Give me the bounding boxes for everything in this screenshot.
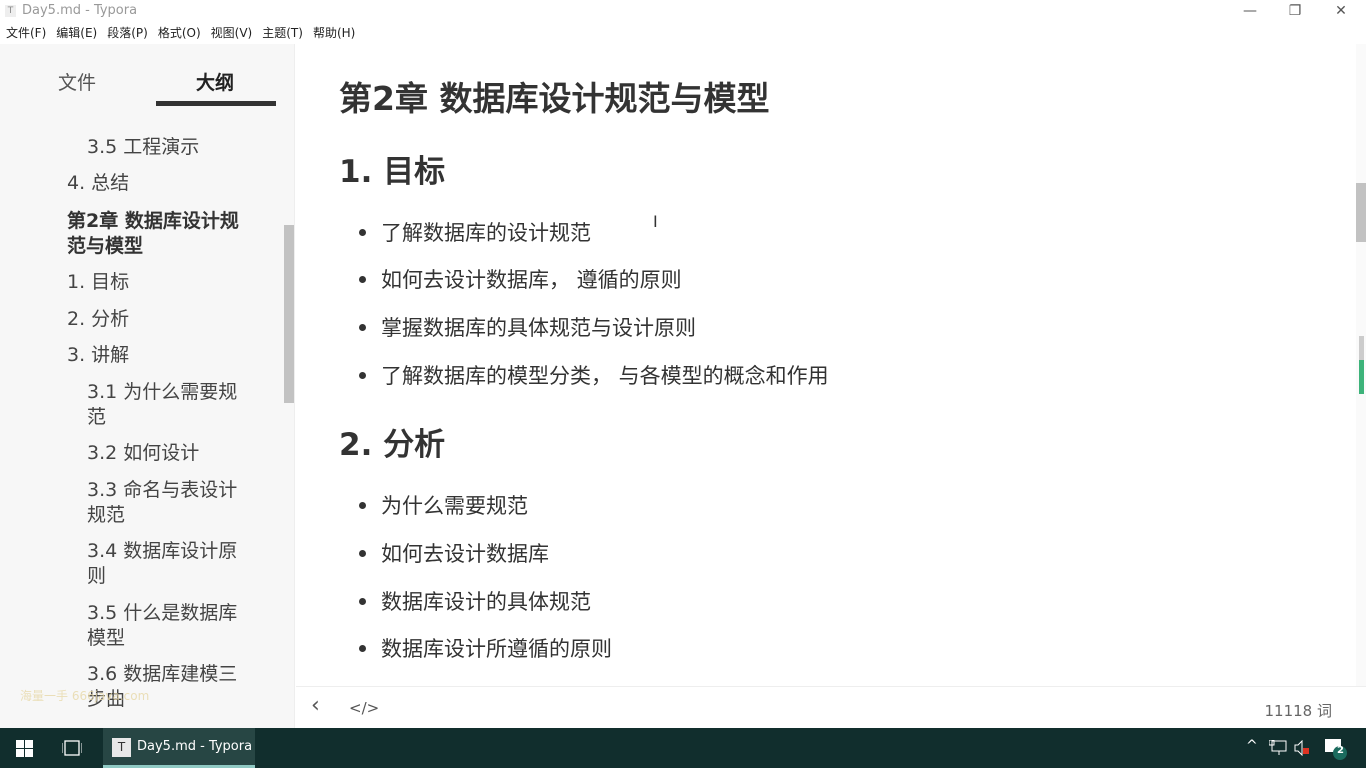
outline-item[interactable]: 3. 讲解: [67, 343, 257, 368]
scrollbar-thumb[interactable]: [1356, 183, 1366, 242]
source-code-mode-button[interactable]: </>: [349, 699, 379, 717]
outline-item[interactable]: 2. 分析: [67, 307, 257, 332]
bullet-item: 如何去设计数据库， 遵循的原则: [359, 264, 682, 294]
bullet-item: 了解数据库的设计规范: [359, 217, 591, 247]
chevron-up-icon[interactable]: ^: [1246, 738, 1258, 754]
menu-file[interactable]: 文件(F): [6, 22, 46, 44]
outline-item[interactable]: 3.5 工程演示: [87, 135, 277, 160]
bullet-item: 掌握数据库的具体规范与设计原则: [359, 312, 696, 342]
bullet-item: 数据库设计的具体规范: [359, 586, 591, 616]
scroll-position-marker: [1359, 360, 1364, 394]
menu-paragraph[interactable]: 段落(P): [107, 22, 148, 44]
sidebar-scrollbar[interactable]: [284, 225, 294, 403]
menu-help[interactable]: 帮助(H): [313, 22, 355, 44]
toggle-sidebar-button[interactable]: ‹: [311, 693, 320, 718]
outline-item[interactable]: 3.2 如何设计: [87, 441, 277, 466]
tab-outline[interactable]: 大纲: [196, 68, 234, 95]
outline-item[interactable]: 4. 总结: [67, 171, 257, 196]
watermark: 海量一手 666java.com: [20, 689, 150, 703]
tab-files[interactable]: 文件: [58, 68, 96, 95]
taskbar: T Day5.md - Typora ^ 2: [0, 728, 1366, 768]
editor-scrollbar[interactable]: [1356, 44, 1366, 686]
notification-icon[interactable]: 2: [1325, 738, 1349, 764]
sidebar: 文件 大纲 3.5 工程演示 4. 总结 第2章 数据库设计规范与模型 1. 目…: [0, 44, 295, 728]
task-view-icon[interactable]: [61, 740, 83, 760]
taskbar-typora-app[interactable]: T Day5.md - Typora: [103, 728, 255, 768]
menu-view[interactable]: 视图(V): [211, 22, 253, 44]
outline-item[interactable]: 3.5 什么是数据库模型: [87, 601, 247, 651]
status-bar: ‹ </> 11118 词: [296, 686, 1366, 728]
outline-item[interactable]: 3.1 为什么需要规范: [87, 380, 247, 430]
typora-app-icon: T: [5, 5, 16, 17]
menu-theme[interactable]: 主题(T): [262, 22, 303, 44]
bullet-item: 如何去设计数据库: [359, 538, 549, 568]
minimize-button[interactable]: —: [1227, 0, 1273, 22]
typora-icon: T: [112, 738, 131, 757]
title-bar: T Day5.md - Typora — ❐ ✕: [0, 0, 1366, 22]
volume-muted-icon[interactable]: [1294, 739, 1310, 760]
restore-button[interactable]: ❐: [1272, 0, 1318, 22]
windows-start-icon[interactable]: [16, 740, 33, 761]
doc-heading-2: 1. 目标: [339, 154, 446, 190]
text-cursor-icon: I: [653, 212, 658, 231]
editor[interactable]: 第2章 数据库设计规范与模型 1. 目标 了解数据库的设计规范 如何去设计数据库…: [296, 44, 1356, 686]
outline-item[interactable]: 3.4 数据库设计原则: [87, 539, 247, 589]
outline-item[interactable]: 1. 目标: [67, 270, 257, 295]
word-count[interactable]: 11118 词: [1265, 700, 1333, 721]
outline-item[interactable]: 3.3 命名与表设计规范: [87, 478, 247, 528]
taskbar-app-label: Day5.md - Typora: [137, 739, 253, 754]
bullet-item: 为什么需要规范: [359, 490, 528, 520]
close-button[interactable]: ✕: [1318, 0, 1364, 22]
active-tab-indicator: [156, 101, 276, 106]
bullet-item: 数据库设计所遵循的原则: [359, 633, 612, 663]
notification-count: 2: [1337, 745, 1344, 756]
bullet-item: 了解数据库的模型分类， 与各模型的概念和作用: [359, 360, 829, 390]
network-icon[interactable]: [1268, 739, 1287, 760]
doc-heading-1: 第2章 数据库设计规范与模型: [339, 79, 770, 118]
menu-edit[interactable]: 编辑(E): [56, 22, 97, 44]
doc-heading-2: 2. 分析: [339, 427, 446, 463]
window-title: Day5.md - Typora: [22, 3, 138, 18]
outline-item-chapter[interactable]: 第2章 数据库设计规范与模型: [67, 209, 257, 259]
menu-bar: 文件(F) 编辑(E) 段落(P) 格式(O) 视图(V) 主题(T) 帮助(H…: [0, 22, 359, 44]
menu-format[interactable]: 格式(O): [158, 22, 201, 44]
